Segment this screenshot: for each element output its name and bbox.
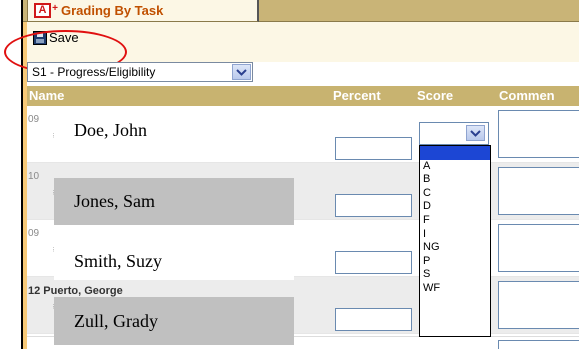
chevron-down-icon[interactable] bbox=[232, 64, 251, 80]
student-id: 10 bbox=[28, 171, 40, 182]
score-option[interactable]: D bbox=[420, 200, 490, 214]
comment-input[interactable] bbox=[498, 224, 579, 272]
comment-input[interactable] bbox=[498, 340, 579, 349]
percent-input[interactable] bbox=[335, 251, 412, 274]
grading-icon: A + bbox=[34, 3, 58, 18]
header-score: Score bbox=[417, 88, 454, 103]
score-option[interactable]: F bbox=[420, 214, 490, 228]
score-option[interactable]: A bbox=[420, 160, 490, 174]
student-name: Jones, Sam bbox=[54, 178, 294, 225]
student-id: 12 Puerto, George bbox=[28, 285, 123, 297]
save-button[interactable]: Save bbox=[33, 30, 79, 45]
comment-input[interactable] bbox=[498, 110, 579, 158]
score-option[interactable]: C bbox=[420, 187, 490, 201]
comment-input[interactable] bbox=[498, 167, 579, 215]
tab-label: Grading By Task bbox=[61, 3, 164, 18]
tab-strip: A + Grading By Task bbox=[23, 0, 579, 22]
comment-input[interactable] bbox=[498, 281, 579, 329]
student-name: Zull, Grady bbox=[54, 297, 294, 345]
score-option[interactable]: WF bbox=[420, 282, 490, 296]
score-option[interactable]: P bbox=[420, 255, 490, 269]
student-id: 09 bbox=[28, 228, 40, 239]
score-option[interactable]: S bbox=[420, 268, 490, 282]
score-option[interactable]: NG bbox=[420, 241, 490, 255]
chevron-down-icon[interactable] bbox=[466, 125, 485, 141]
header-percent: Percent bbox=[333, 88, 381, 103]
student-name: Doe, John bbox=[54, 114, 280, 146]
score-select[interactable] bbox=[419, 122, 489, 145]
task-select-value: S1 - Progress/Eligibility bbox=[32, 65, 156, 79]
student-name: Smith, Suzy bbox=[54, 243, 294, 280]
grading-icon-letter: A bbox=[38, 4, 47, 16]
student-id: 09 bbox=[28, 114, 40, 125]
grading-icon-plus: + bbox=[52, 3, 58, 14]
save-disk-icon bbox=[33, 30, 47, 45]
save-label: Save bbox=[49, 30, 79, 45]
percent-input[interactable] bbox=[335, 194, 412, 217]
tab-grading-by-task[interactable]: A + Grading By Task bbox=[27, 0, 259, 22]
toolbar: Save bbox=[27, 22, 579, 62]
percent-input[interactable] bbox=[335, 308, 412, 331]
left-margin bbox=[0, 0, 22, 349]
score-options-list: A B C D F I NG P S WF bbox=[419, 145, 491, 337]
score-option[interactable] bbox=[420, 146, 490, 160]
header-name: Name bbox=[29, 88, 65, 103]
score-option[interactable]: I bbox=[420, 228, 490, 242]
table-header: Name Percent Score Commen bbox=[27, 86, 579, 106]
score-option[interactable]: B bbox=[420, 173, 490, 187]
percent-input[interactable] bbox=[335, 137, 412, 160]
header-comment: Commen bbox=[499, 88, 555, 103]
task-select[interactable]: S1 - Progress/Eligibility bbox=[27, 62, 253, 82]
